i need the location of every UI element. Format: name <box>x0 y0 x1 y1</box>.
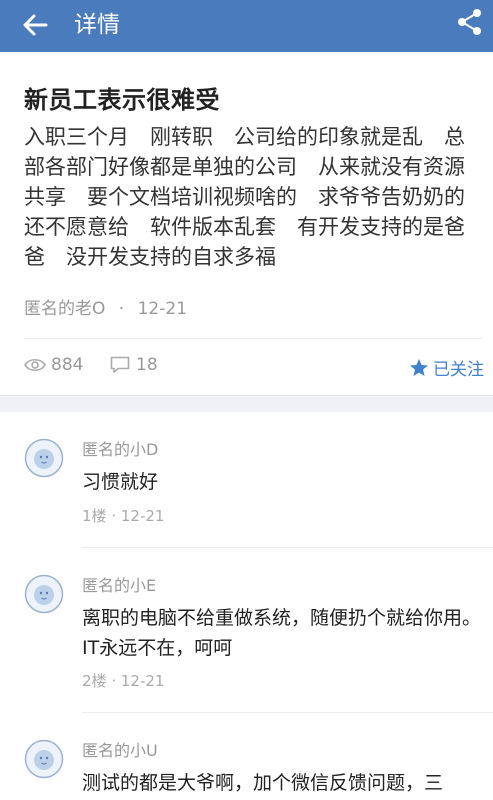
star-icon <box>409 358 429 378</box>
comment-author[interactable]: 匿名的小D <box>82 436 158 460</box>
comment-author[interactable]: 匿名的小E <box>82 572 156 596</box>
post-card: 新员工表示很难受 入职三个月 刚转职 公司给的印象就是乱 总部各部门好像都是单独… <box>0 52 493 395</box>
post-date: 12-21 <box>137 299 188 319</box>
top-bar: 详情 <box>0 0 493 52</box>
avatar[interactable] <box>24 739 64 779</box>
post-meta: 匿名的老O · 12-21 <box>24 294 187 319</box>
comment-meta: 2楼 · 12-21 <box>82 670 164 691</box>
follow-label: 已关注 <box>433 360 484 380</box>
comment-text: 离职的电脑不给重做系统，随便扔个就给你用。IT永远不在，呵呵 <box>82 607 482 659</box>
comment-meta: 1楼 · 12-21 <box>82 505 164 526</box>
divider <box>24 338 482 339</box>
comment-text: 测试的都是大爷啊，加个微信反馈问题，三 <box>82 772 444 794</box>
meta-dot: · <box>111 672 121 690</box>
comments-stat[interactable]: 18 <box>110 355 158 375</box>
comment-author[interactable]: 匿名的小U <box>82 737 158 761</box>
back-arrow-icon[interactable] <box>20 10 50 40</box>
share-icon[interactable] <box>456 8 484 36</box>
post-body: 入职三个月 刚转职 公司给的印象就是乱 总部各部门好像都是单独的公司 从来就没有… <box>24 125 486 269</box>
comments-count: 18 <box>136 355 158 375</box>
post-title: 新员工表示很难受 <box>24 86 220 114</box>
comment-item: 匿名的小D 习惯就好 1楼 · 12-21 <box>0 412 493 548</box>
section-gap <box>0 395 493 413</box>
post-author[interactable]: 匿名的老O <box>24 299 105 319</box>
comment-date: 12-21 <box>120 507 165 525</box>
views-count: 884 <box>51 355 84 375</box>
post-stats: 884 18 已关注 <box>24 355 484 381</box>
comment-item: 匿名的小E 离职的电脑不给重做系统，随便扔个就给你用。IT永远不在，呵呵 2楼 … <box>0 548 493 713</box>
comment-date: 12-21 <box>120 672 165 690</box>
comment-bubble-icon <box>110 356 130 374</box>
meta-dot: · <box>118 299 125 319</box>
comment-floor: 2楼 <box>82 672 107 690</box>
meta-dot: · <box>111 507 121 525</box>
views-stat: 884 <box>24 355 83 375</box>
page-title: 详情 <box>74 12 120 38</box>
comment-item: 匿名的小U 测试的都是大爷啊，加个微信反馈问题，三 <box>0 713 493 800</box>
follow-button[interactable]: 已关注 <box>409 355 484 380</box>
eye-icon <box>24 357 46 373</box>
comment-text: 习惯就好 <box>82 471 159 493</box>
avatar[interactable] <box>24 438 64 478</box>
avatar[interactable] <box>24 574 64 614</box>
comment-floor: 1楼 <box>82 507 107 525</box>
